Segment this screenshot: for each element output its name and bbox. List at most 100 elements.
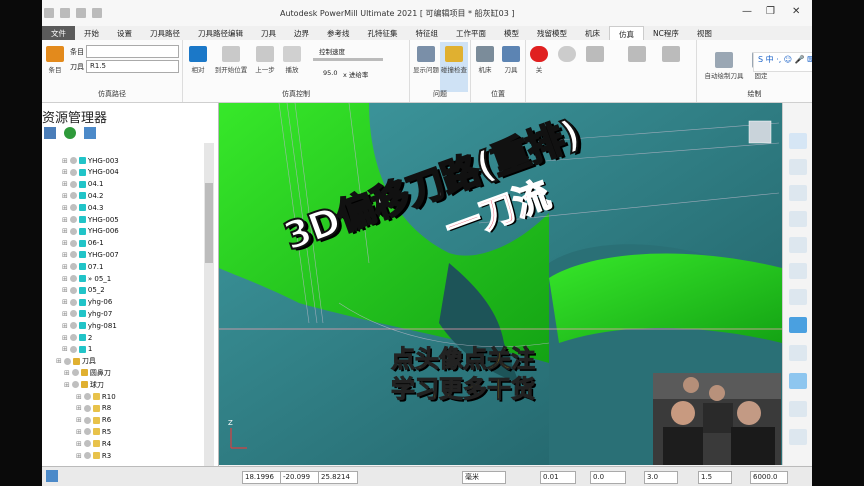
tab-reference-lines[interactable]: 参考线 <box>318 26 359 40</box>
toolpath-item[interactable]: ⊞ 04.1 <box>62 179 103 190</box>
toolpath-item[interactable]: ⊞ yhg-081 <box>62 320 117 331</box>
tab-boundary[interactable]: 边界 <box>285 26 318 40</box>
toolpath-item[interactable]: ⊞ yhg-07 <box>62 308 112 319</box>
tab-feature-groups[interactable]: 特征组 <box>407 26 448 40</box>
tool-item[interactable]: ⊞ R10 <box>76 391 116 402</box>
tab-home[interactable]: 开始 <box>75 26 108 40</box>
tab-toolpath-edit[interactable]: 刀具路径编辑 <box>189 26 252 40</box>
toolpath-item[interactable]: ⊞ YHG-005 <box>62 214 119 225</box>
auto-draw-tool-button[interactable]: 自动绘制刀具 <box>701 52 747 80</box>
machine-button[interactable]: 机床 <box>473 46 497 74</box>
wireframe-cube-icon[interactable] <box>789 345 807 361</box>
units-select[interactable]: 毫米 <box>462 471 506 484</box>
visibility-toggle-icon[interactable] <box>71 381 79 389</box>
explorer-scrollbar[interactable] <box>204 143 214 483</box>
step-back-button[interactable]: 上一步 <box>251 46 279 74</box>
thickness-field[interactable]: 0.0 <box>590 471 626 484</box>
save-icon[interactable] <box>76 8 86 18</box>
visibility-toggle-icon[interactable] <box>71 369 79 377</box>
stock-view-button[interactable] <box>584 46 606 64</box>
expand-icon[interactable]: ⊞ <box>76 428 82 436</box>
scrollbar-thumb[interactable] <box>205 183 213 263</box>
view-cube[interactable] <box>748 120 772 144</box>
expand-icon[interactable]: ⊞ <box>62 345 68 353</box>
expand-icon[interactable]: ⊞ <box>62 239 68 247</box>
expand-icon[interactable]: ⊞ <box>64 369 70 377</box>
view-front-icon[interactable] <box>789 185 807 201</box>
expand-icon[interactable]: ⊞ <box>62 286 68 294</box>
folder-item[interactable]: ⊞ 刀具 <box>56 356 96 367</box>
power-button[interactable] <box>556 46 578 64</box>
tool-item[interactable]: ⊞ R3 <box>76 450 111 461</box>
toolpath-item[interactable]: ⊞ YHG-004 <box>62 167 119 178</box>
workplane-icon[interactable] <box>46 470 58 482</box>
visibility-toggle-icon[interactable] <box>69 216 77 223</box>
tool-item[interactable]: ⊞ R5 <box>76 426 111 437</box>
zoom-fit-icon[interactable] <box>789 237 807 253</box>
selection-icon[interactable] <box>789 401 807 417</box>
toolpath-item[interactable]: ⊞ 06-1 <box>62 238 104 249</box>
tool-position-button[interactable]: 刀具 <box>499 46 523 74</box>
visibility-toggle-icon[interactable] <box>83 393 91 400</box>
to-start-button[interactable]: 到开始位置 <box>213 46 249 74</box>
toolpath-item[interactable]: ⊞ 2 <box>62 332 92 343</box>
ime-toolbar[interactable]: S 中 ·, ☺ 🎤 ⌨ <box>753 52 812 72</box>
visibility-toggle-icon[interactable] <box>69 345 77 353</box>
tool-item[interactable]: ⊞ R4 <box>76 438 111 449</box>
collision-check-button[interactable]: 碰撞检查 <box>440 42 468 92</box>
open-file-icon[interactable] <box>60 8 70 18</box>
tab-nc-programs[interactable]: NC程序 <box>644 26 688 40</box>
visibility-toggle-icon[interactable] <box>69 286 77 294</box>
undo-icon[interactable] <box>92 8 102 18</box>
expand-icon[interactable]: ⊞ <box>62 216 68 224</box>
expand-icon[interactable]: ⊞ <box>76 440 82 448</box>
visibility-toggle-icon[interactable] <box>69 180 77 188</box>
explorer-tree-icon[interactable] <box>44 127 56 139</box>
visibility-toggle-icon[interactable] <box>83 428 91 436</box>
tab-machine[interactable]: 机床 <box>576 26 609 40</box>
entity-select[interactable] <box>86 45 179 58</box>
toolpath-item[interactable]: ⊞ 07.1 <box>62 261 103 272</box>
tab-model[interactable]: 模型 <box>495 26 528 40</box>
maximize-icon[interactable]: ❐ <box>766 6 775 17</box>
visibility-toggle-icon[interactable] <box>69 204 77 212</box>
visibility-toggle-icon[interactable] <box>69 227 77 235</box>
speed-slider[interactable] <box>313 58 383 61</box>
coord-x[interactable]: 18.1996 <box>242 471 282 484</box>
diameter-field[interactable]: 3.0 <box>644 471 678 484</box>
zoom-icon[interactable] <box>789 211 807 227</box>
visibility-toggle-icon[interactable] <box>69 322 77 330</box>
toolpath-item[interactable]: ⊞ » 05_1 <box>62 273 111 284</box>
visibility-toggle-icon[interactable] <box>83 440 91 448</box>
expand-icon[interactable]: ⊞ <box>62 157 68 165</box>
globe-icon[interactable] <box>64 127 76 139</box>
new-file-icon[interactable] <box>44 8 54 18</box>
step-field[interactable]: 1.5 <box>698 471 732 484</box>
tab-setup[interactable]: 设置 <box>108 26 141 40</box>
folder-item[interactable]: ⊞ 球刀 <box>64 379 104 390</box>
play-button[interactable]: 播放 <box>279 46 305 74</box>
view-top-icon[interactable] <box>789 159 807 175</box>
expand-icon[interactable]: ⊞ <box>76 404 82 412</box>
tab-workplane[interactable]: 工作平面 <box>447 26 495 40</box>
visibility-toggle-icon[interactable] <box>69 168 77 176</box>
shading-button[interactable] <box>626 46 648 64</box>
toolpath-item[interactable]: ⊞ YHG-003 <box>62 155 119 166</box>
mode-button[interactable] <box>660 46 682 64</box>
expand-icon[interactable]: ⊞ <box>62 227 68 235</box>
sim-off-button[interactable]: 关 <box>528 46 550 74</box>
tool-item[interactable]: ⊞ R6 <box>76 415 111 426</box>
expand-icon[interactable]: ⊞ <box>76 393 82 401</box>
toolpath-item[interactable]: ⊞ yhg-06 <box>62 297 112 308</box>
feed-field[interactable]: 6000.0 <box>750 471 788 484</box>
trash-icon[interactable] <box>84 127 96 139</box>
tab-hole-features[interactable]: 孔特征集 <box>359 26 407 40</box>
tool-select[interactable]: R1.5 <box>86 60 179 73</box>
toolpath-item[interactable]: ⊞ YHG-007 <box>62 249 119 260</box>
expand-icon[interactable]: ⊞ <box>62 310 68 318</box>
visibility-toggle-icon[interactable] <box>83 416 91 424</box>
visibility-toggle-icon[interactable] <box>69 275 77 282</box>
view-iso-icon[interactable] <box>789 133 807 149</box>
toolpath-item[interactable]: ⊞ YHG-006 <box>62 226 119 237</box>
transparent-cube-icon[interactable] <box>789 373 807 389</box>
